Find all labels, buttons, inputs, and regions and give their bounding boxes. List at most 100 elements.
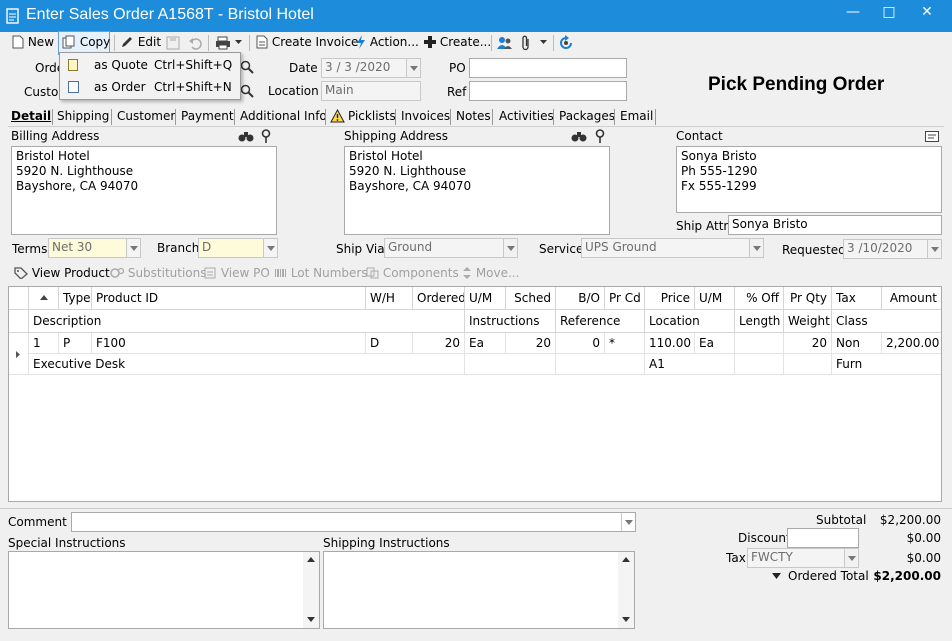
col-price[interactable]: Price (645, 287, 695, 310)
lot-numbers-button[interactable]: Lot Numbers (274, 264, 368, 282)
refresh-icon[interactable] (558, 35, 574, 51)
scroll-up-icon[interactable] (307, 557, 315, 562)
shipping-instructions-scrollbar[interactable] (618, 552, 634, 628)
cell-weight[interactable] (784, 354, 832, 375)
cell-price[interactable]: 110.00 (645, 333, 695, 354)
col-location[interactable]: Location (645, 310, 735, 333)
tab-detail[interactable]: Detail (11, 107, 51, 127)
ordered-total-expand-icon[interactable] (772, 573, 782, 580)
special-instructions-scrollbar[interactable] (303, 552, 319, 628)
components-button[interactable]: Components (366, 264, 459, 282)
tab-payment[interactable]: Payment (181, 107, 234, 127)
col-tax[interactable]: Tax (832, 287, 882, 310)
shipping-scroll-down-icon[interactable] (622, 617, 630, 622)
tab-activities[interactable]: Activities (499, 107, 554, 127)
tab-customer[interactable]: Customer (117, 107, 175, 127)
col-reference[interactable]: Reference (556, 310, 645, 333)
ship-via-dropdown-icon[interactable] (503, 239, 517, 257)
cell-ordered[interactable]: 20 (413, 333, 465, 354)
minimize-button[interactable]: — (838, 4, 868, 20)
branch-field[interactable]: D (198, 238, 278, 258)
col-amount[interactable]: Amount (882, 287, 941, 310)
undo-icon[interactable] (188, 36, 202, 50)
shipping-instructions-box[interactable] (323, 551, 635, 629)
move-button[interactable]: Move... (462, 264, 519, 282)
col-pr-qty[interactable]: Pr Qty (784, 287, 832, 310)
cell-pr-qty[interactable]: 20 (784, 333, 832, 354)
tab-invoices[interactable]: Invoices (401, 107, 450, 127)
cell-reference[interactable] (556, 354, 645, 375)
cell-um2[interactable]: Ea (695, 333, 735, 354)
col-pct-off[interactable]: % Off (735, 287, 784, 310)
ship-via-field[interactable]: Ground (384, 238, 518, 258)
col-prcd[interactable]: Pr Cd (605, 287, 645, 310)
comment-dropdown-icon[interactable] (621, 513, 635, 531)
col-length[interactable]: Length (735, 310, 784, 333)
view-po-button[interactable]: View PO (204, 264, 270, 282)
tab-shipping[interactable]: Shipping (57, 107, 109, 127)
col-instructions[interactable]: Instructions (465, 310, 556, 333)
service-field[interactable]: UPS Ground (581, 238, 764, 258)
discount-field[interactable] (787, 528, 859, 548)
shipping-address-box[interactable]: Bristol Hotel 5920 N. Lighthouse Bayshor… (344, 146, 610, 235)
tab-notes[interactable]: Notes (456, 107, 491, 127)
service-dropdown-icon[interactable] (749, 239, 763, 257)
cell-class[interactable]: Furn (832, 354, 941, 375)
terms-field[interactable]: Net 30 (48, 238, 141, 258)
action-button[interactable]: Action... (356, 32, 419, 54)
cell-bo[interactable]: 0 (556, 333, 605, 354)
substitutions-button[interactable]: Substitutions (110, 264, 207, 282)
col-ordered[interactable]: Ordered (413, 287, 465, 310)
sort-header[interactable] (29, 287, 59, 310)
shipping-scroll-up-icon[interactable] (622, 557, 630, 562)
tax-code-field[interactable]: FWCTY (747, 548, 859, 568)
attachment-chevron-down-icon[interactable] (540, 40, 548, 46)
cell-instructions[interactable] (465, 354, 556, 375)
close-button[interactable]: ✕ (912, 4, 942, 20)
terms-dropdown-icon[interactable] (126, 239, 140, 257)
cell-type[interactable]: P (59, 333, 92, 354)
shipping-map-pin-icon[interactable] (595, 129, 605, 143)
paperclip-icon[interactable] (521, 35, 531, 51)
date-dropdown-icon[interactable] (406, 59, 420, 77)
cell-description[interactable]: Executive Desk (29, 354, 465, 375)
requested-field[interactable]: 3 /10/2020 (843, 239, 942, 259)
tab-additional-info[interactable]: Additional Info (240, 107, 327, 127)
order-search-icon[interactable] (240, 60, 254, 74)
cell-length[interactable] (735, 354, 784, 375)
tax-code-dropdown-icon[interactable] (844, 549, 858, 567)
new-button[interactable]: New (12, 32, 54, 54)
cell-product-id[interactable]: F100 (92, 333, 366, 354)
billing-address-box[interactable]: Bristol Hotel 5920 N. Lighthouse Bayshor… (11, 146, 277, 235)
cell-line[interactable]: 1 (29, 333, 59, 354)
contact-box[interactable]: Sonya Bristo Ph 555-1290 Fx 555-1299 (676, 146, 942, 213)
branch-dropdown-icon[interactable] (263, 239, 277, 257)
cell-pct-off[interactable] (735, 333, 784, 354)
special-instructions-box[interactable] (8, 551, 320, 629)
copy-as-quote-item[interactable]: as Quote Ctrl+Shift+Q (62, 55, 238, 75)
maximize-button[interactable]: □ (874, 4, 904, 20)
comment-field[interactable] (71, 512, 636, 532)
col-um[interactable]: U/M (465, 287, 506, 310)
contact-card-icon[interactable] (925, 131, 939, 142)
contacts-icon[interactable] (497, 35, 513, 51)
copy-as-order-item[interactable]: as Order Ctrl+Shift+N (62, 77, 238, 97)
customer-search-icon[interactable] (240, 84, 254, 98)
col-product-id[interactable]: Product ID (92, 287, 366, 310)
location-field[interactable]: Main (321, 81, 421, 101)
scroll-down-icon[interactable] (307, 617, 315, 622)
cell-um[interactable]: Ea (465, 333, 506, 354)
ref-field[interactable] (469, 81, 627, 101)
map-pin-icon[interactable] (261, 129, 271, 143)
tab-packages[interactable]: Packages (559, 107, 615, 127)
col-description[interactable]: Description (29, 310, 465, 333)
ship-attn-field[interactable]: Sonya Bristo (728, 215, 942, 235)
col-class[interactable]: Class (832, 310, 941, 333)
cell-prcd[interactable]: * (605, 333, 645, 354)
cell-tax[interactable]: Non (832, 333, 882, 354)
create-button[interactable]: Create... (424, 32, 491, 54)
col-sched[interactable]: Sched (506, 287, 556, 310)
cell-sched[interactable]: 20 (506, 333, 556, 354)
col-um2[interactable]: U/M (695, 287, 735, 310)
date-field[interactable]: 3 / 3 /2020 (321, 58, 421, 78)
